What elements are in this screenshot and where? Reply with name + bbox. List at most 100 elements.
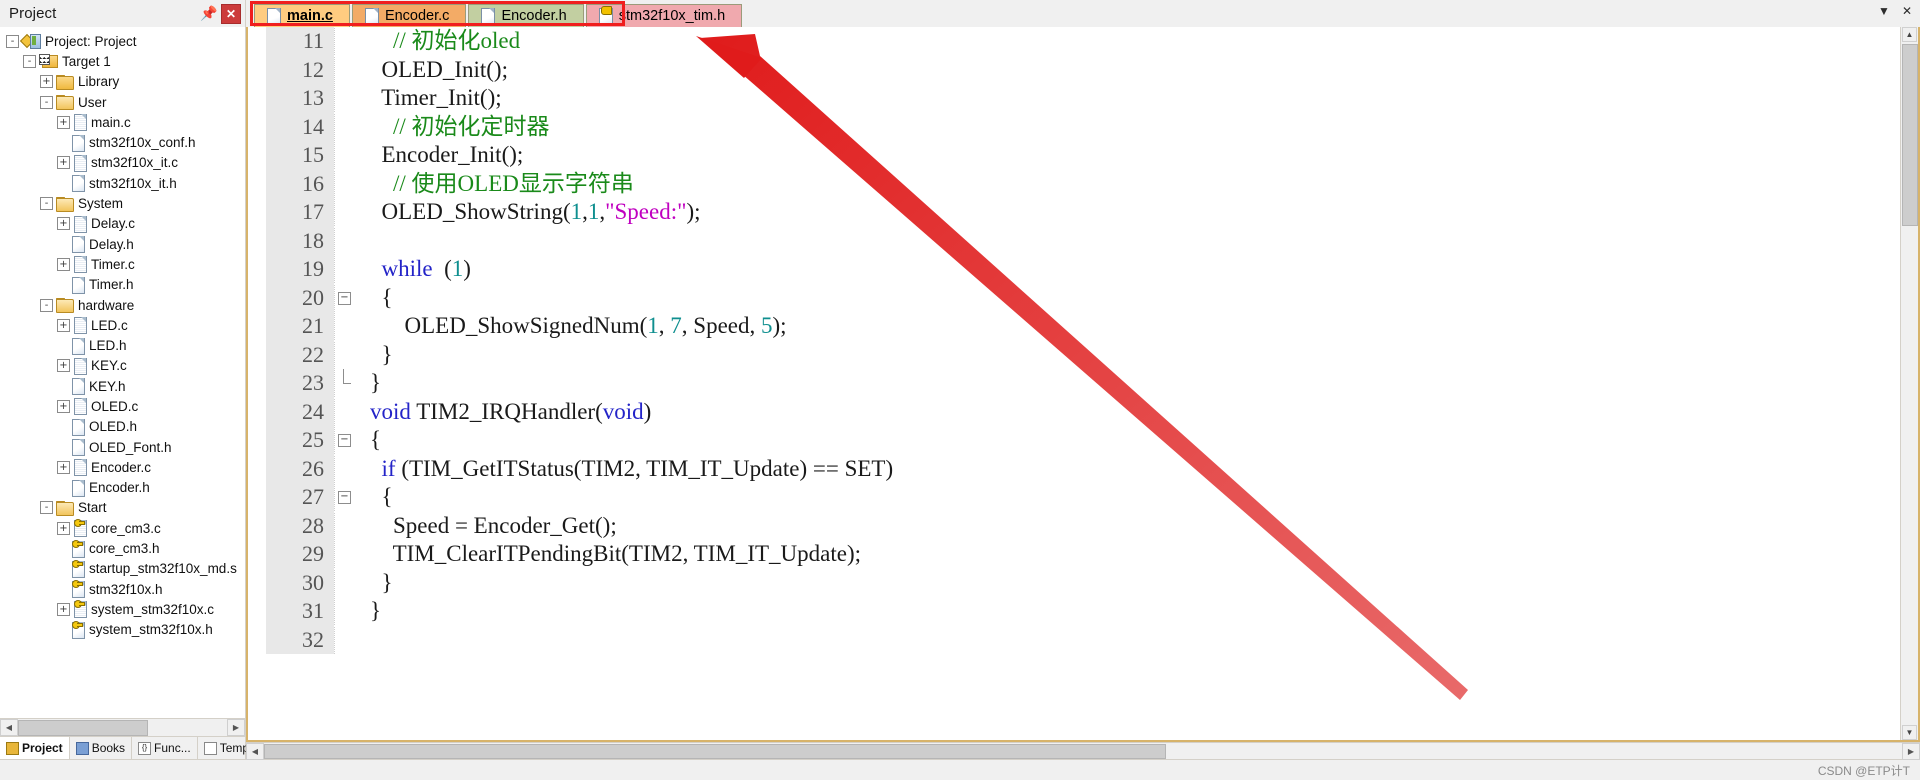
- scroll-left-arrow-icon[interactable]: ◀: [0, 719, 18, 736]
- fold-column[interactable]: [334, 340, 356, 369]
- pin-icon[interactable]: 📌: [200, 4, 218, 22]
- tree-item[interactable]: + core_cm3.c: [0, 518, 245, 538]
- collapse-toggle-icon[interactable]: -: [40, 197, 53, 211]
- fold-column[interactable]: [334, 169, 356, 198]
- tree-item[interactable]: - Start: [0, 498, 245, 518]
- editor-tab-stm32f10x-tim-h[interactable]: stm32f10x_tim.h: [585, 4, 743, 27]
- tree-item[interactable]: system_stm32f10x.h: [0, 620, 245, 640]
- scrollbar-thumb[interactable]: [1902, 44, 1918, 226]
- scroll-down-arrow-icon[interactable]: ▼: [1902, 725, 1917, 740]
- tree-item[interactable]: LED.h: [0, 335, 245, 355]
- fold-column[interactable]: [334, 397, 356, 426]
- tree-item[interactable]: - User: [0, 92, 245, 112]
- fold-column[interactable]: [334, 625, 356, 654]
- code-text[interactable]: OLED_Init();: [356, 56, 508, 85]
- scrollbar-thumb[interactable]: [264, 744, 1166, 759]
- code-line[interactable]: 30 }: [266, 568, 1900, 598]
- fold-column[interactable]: −: [334, 483, 356, 512]
- expand-toggle-icon[interactable]: +: [57, 460, 70, 474]
- code-text[interactable]: }: [356, 569, 393, 598]
- code-text[interactable]: }: [356, 369, 381, 398]
- expand-toggle-icon[interactable]: +: [57, 115, 70, 129]
- code-text[interactable]: {: [356, 284, 393, 313]
- sidebar-bottom-tabs[interactable]: Project Books{} Func... Temp...: [0, 736, 267, 759]
- code-text[interactable]: Speed = Encoder_Get();: [356, 512, 617, 541]
- sidebar-tab-books[interactable]: Books: [70, 737, 133, 759]
- expand-toggle-icon[interactable]: +: [57, 359, 70, 373]
- code-line[interactable]: 31}: [266, 597, 1900, 626]
- tree-item[interactable]: + OLED.c: [0, 396, 245, 416]
- code-line[interactable]: 11 // 初始化oled: [266, 27, 1900, 56]
- tree-item[interactable]: + Delay.c: [0, 214, 245, 234]
- code-text[interactable]: }: [356, 341, 393, 370]
- fold-column[interactable]: [334, 27, 356, 56]
- code-text[interactable]: TIM_ClearITPendingBit(TIM2, TIM_IT_Updat…: [356, 540, 861, 569]
- editor-horizontal-scrollbar[interactable]: ◀ ▶: [246, 742, 1920, 760]
- fold-collapse-icon[interactable]: −: [338, 491, 351, 504]
- tree-item[interactable]: + Timer.c: [0, 254, 245, 274]
- code-line[interactable]: 21 OLED_ShowSignedNum(1, 7, Speed, 5);: [266, 312, 1900, 341]
- code-line[interactable]: 15 Encoder_Init();: [266, 141, 1900, 170]
- code-text[interactable]: void TIM2_IRQHandler(void): [356, 398, 651, 427]
- code-line[interactable]: 27− {: [266, 483, 1900, 512]
- sidebar-tab-func[interactable]: {} Func...: [132, 737, 198, 759]
- code-line[interactable]: 19 while (1): [266, 255, 1900, 284]
- code-text[interactable]: Encoder_Init();: [356, 141, 524, 170]
- collapse-toggle-icon[interactable]: -: [23, 54, 36, 68]
- code-line[interactable]: 32: [266, 625, 1900, 655]
- tree-item[interactable]: - System: [0, 193, 245, 213]
- code-line[interactable]: 16 // 使用OLED显示字符串: [266, 169, 1900, 199]
- fold-column[interactable]: [334, 597, 356, 626]
- sidebar-horizontal-scrollbar[interactable]: ◀ ▶: [0, 718, 245, 736]
- collapse-toggle-icon[interactable]: -: [40, 298, 53, 312]
- code-lines[interactable]: 11 // 初始化oled 12 OLED_Init(); 13 Timer_Ini…: [266, 27, 1900, 654]
- close-icon[interactable]: ✕: [1902, 4, 1912, 18]
- code-text[interactable]: [356, 227, 370, 256]
- project-tree[interactable]: - Project: Project - Target 1 + Library - User +…: [0, 27, 245, 718]
- tree-item[interactable]: + Library: [0, 72, 245, 92]
- code-text[interactable]: // 初始化oled: [356, 27, 520, 56]
- tree-item[interactable]: stm32f10x.h: [0, 579, 245, 599]
- code-text[interactable]: while (1): [356, 255, 471, 284]
- fold-column[interactable]: −: [334, 283, 356, 312]
- fold-column[interactable]: [334, 369, 356, 398]
- fold-column[interactable]: [334, 55, 356, 84]
- code-text[interactable]: OLED_ShowString(1,1,"Speed:");: [356, 198, 701, 227]
- code-text[interactable]: // 使用OLED显示字符串: [356, 170, 634, 199]
- code-line[interactable]: 26 if (TIM_GetITStatus(TIM2, TIM_IT_Upda…: [266, 454, 1900, 483]
- fold-column[interactable]: [334, 84, 356, 113]
- tree-item[interactable]: Timer.h: [0, 275, 245, 295]
- code-line[interactable]: 20− {: [266, 283, 1900, 313]
- code-viewport[interactable]: 11 // 初始化oled 12 OLED_Init(); 13 Timer_Ini…: [266, 27, 1900, 740]
- code-line[interactable]: 18: [266, 226, 1900, 256]
- tree-item[interactable]: Delay.h: [0, 234, 245, 254]
- editor-vertical-scrollbar[interactable]: ▲ ▼: [1900, 27, 1918, 740]
- tree-item[interactable]: + system_stm32f10x.c: [0, 599, 245, 619]
- scroll-right-arrow-icon[interactable]: ▶: [227, 719, 245, 736]
- code-text[interactable]: OLED_ShowSignedNum(1, 7, Speed, 5);: [356, 312, 787, 341]
- code-line[interactable]: 28 Speed = Encoder_Get();: [266, 511, 1900, 541]
- code-line[interactable]: 29 TIM_ClearITPendingBit(TIM2, TIM_IT_Up…: [266, 540, 1900, 569]
- fold-collapse-icon[interactable]: −: [338, 434, 351, 447]
- tree-item[interactable]: + main.c: [0, 112, 245, 132]
- fold-column[interactable]: [334, 312, 356, 341]
- code-text[interactable]: [356, 626, 370, 655]
- fold-column[interactable]: [334, 112, 356, 141]
- editor-tab-encoder-c[interactable]: Encoder.c: [351, 4, 467, 27]
- expand-toggle-icon[interactable]: +: [57, 602, 70, 616]
- tree-item[interactable]: + LED.c: [0, 315, 245, 335]
- code-line[interactable]: 24 void TIM2_IRQHandler(void): [266, 397, 1900, 427]
- editor-tab-encoder-h[interactable]: Encoder.h: [468, 4, 584, 27]
- code-line[interactable]: 12 OLED_Init();: [266, 55, 1900, 85]
- tree-item[interactable]: OLED_Font.h: [0, 437, 245, 457]
- fold-collapse-icon[interactable]: −: [338, 291, 351, 305]
- tree-item[interactable]: - Target 1: [0, 51, 245, 71]
- fold-column[interactable]: [334, 255, 356, 284]
- expand-toggle-icon[interactable]: +: [40, 75, 53, 89]
- expand-toggle-icon[interactable]: +: [57, 318, 70, 332]
- scroll-up-arrow-icon[interactable]: ▲: [1902, 27, 1917, 42]
- code-line[interactable]: 22 }: [266, 340, 1900, 370]
- scroll-right-arrow-icon[interactable]: ▶: [1902, 742, 1920, 760]
- code-text[interactable]: }: [356, 597, 381, 626]
- editor-tab-main-c[interactable]: main.c: [254, 4, 350, 27]
